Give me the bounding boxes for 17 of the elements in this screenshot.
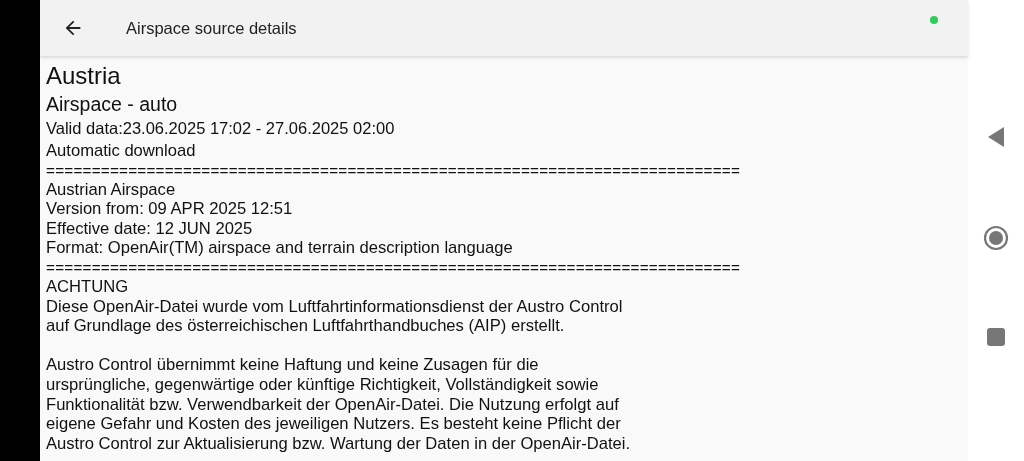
source-name: Austria	[46, 61, 121, 91]
separator-text: ============================================================================	[46, 257, 741, 277]
source-type: Airspace - auto	[46, 92, 178, 117]
detail-text: Automatic download	[46, 141, 196, 161]
detail-text: Version from: 09 APR 2025 12:51	[46, 199, 293, 219]
screen-title: Airspace source details	[126, 18, 297, 38]
back-nav-icon[interactable]	[987, 125, 1005, 148]
detail-text: Austrian Airspace	[46, 179, 176, 200]
detail-text: Format: OpenAir(TM) airspace and terrain description language	[46, 238, 513, 258]
detail-text: Effective date: 12 JUN 2025	[46, 218, 253, 239]
separator-text: ============================================================================	[46, 160, 741, 180]
notice-paragraph: Austro Control übernimmt keine Haftung und keine Zusagen für die ursprüngliche, gegenwärtige oder künftige Richtigkeit, Vollständigkeit sowie Funktionalität bzw. Verwendbarkeit der OpenAir-Datei. Die Nutzung erfolgt auf eigene Gefahr und Kosten des jeweiligen Nutzers. Es besteht keine Pflicht der Austro Control zur Aktualisierung bzw. Wartung der Daten in der OpenAir-Datei.	[46, 355, 631, 454]
recents-nav-icon[interactable]	[987, 327, 1005, 346]
notice-paragraph: Diese OpenAir-Datei wurde vom Luftfahrtinformationsdienst der Austro Control auf Grundlage des österreichischen Luftfahrthandbuches (AIP) erstellt.	[46, 296, 623, 336]
detail-text: Valid data:23.06.2025 17:02 - 27.06.2025 02:00	[46, 118, 395, 139]
detail-text: ACHTUNG	[46, 276, 129, 297]
home-nav-icon[interactable]	[983, 224, 1009, 251]
